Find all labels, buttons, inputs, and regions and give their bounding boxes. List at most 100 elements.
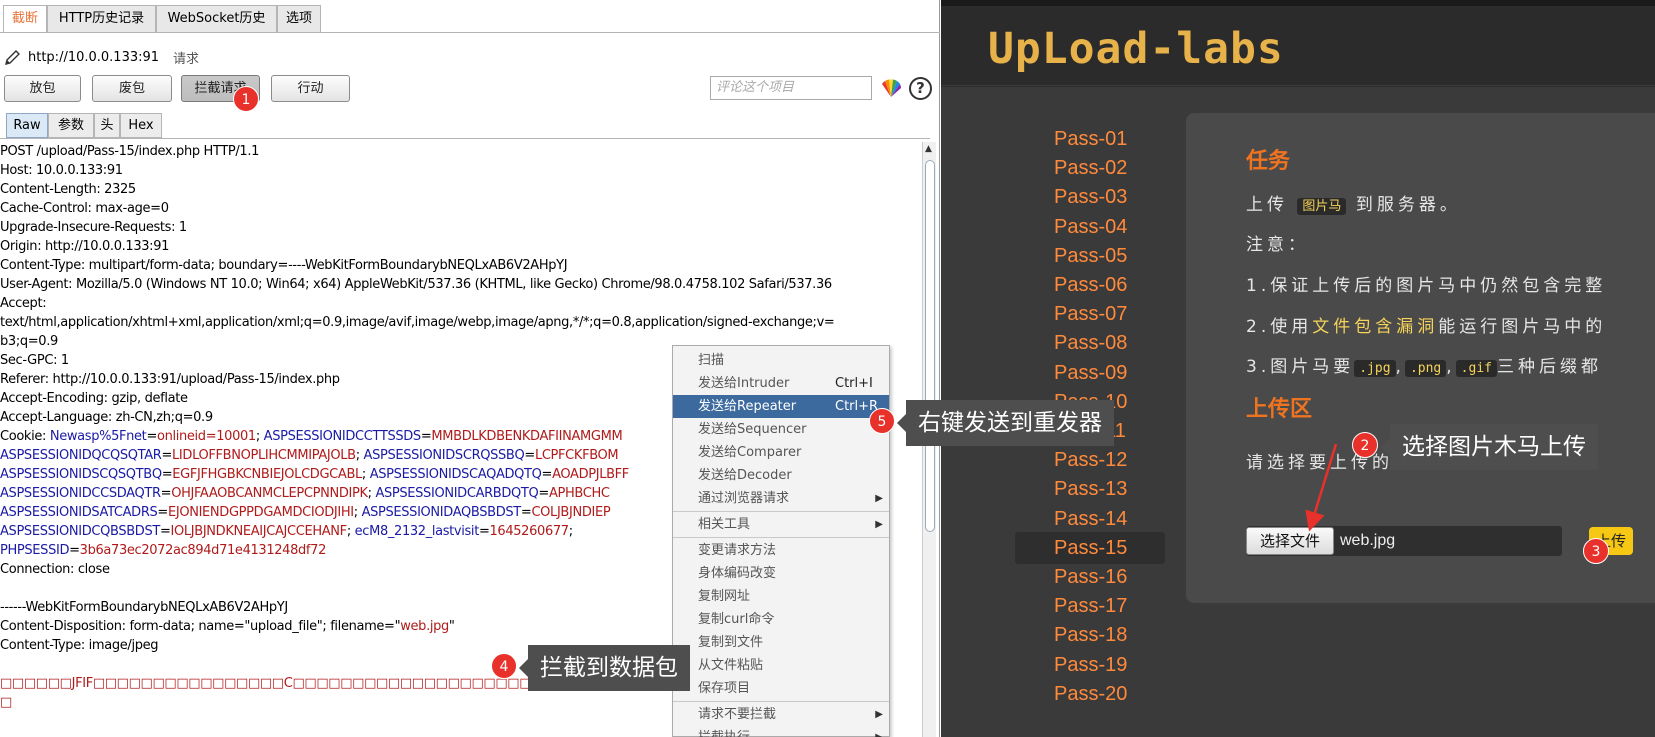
request-line: User-Agent: Mozilla/5.0 (Windows NT 10.0… [0,277,832,292]
annotation-arrow [1305,443,1338,532]
nav-item-pass-01[interactable]: Pass-01 [1015,123,1165,155]
menu-item-label: 发送给Intruder [698,376,790,391]
nav-item-pass-16[interactable]: Pass-16 [1015,561,1165,593]
menu-item[interactable]: 复制网址 [673,585,889,608]
menu-item-label: 发送给Repeater [698,399,797,414]
nav-item-pass-13[interactable]: Pass-13 [1015,473,1165,505]
menu-item[interactable]: 通过浏览器请求 ▶ [673,487,889,510]
submenu-arrow-icon: ▶ [875,493,883,504]
subtab-raw[interactable]: Raw [6,113,48,138]
menu-item-label: 拦截执行 [698,730,750,737]
nav-item-pass-09[interactable]: Pass-09 [1015,357,1165,389]
callout-intercepted: 拦截到数据包 [519,645,690,691]
tab-intercept[interactable]: 截断 [3,5,47,32]
menu-item-label: 复制网址 [698,589,751,604]
tab-websocket-history[interactable]: WebSocket历史 [156,5,277,32]
ext-png: .png [1404,360,1447,377]
menu-separator [673,701,889,702]
menu-item[interactable]: 保存项目 [673,677,889,700]
nav-item-pass-07[interactable]: Pass-07 [1015,298,1165,330]
menu-item[interactable]: 发送给Comparer [673,441,889,464]
menu-item-label: 通过浏览器请求 [698,491,790,506]
upload-area-title: 上传区 [1246,397,1313,422]
scrollbar-thumb[interactable] [925,160,935,532]
menu-item-label: 发送给Comparer [698,445,802,460]
comment-input[interactable]: 评论这个项目 [710,76,872,100]
site-logo[interactable]: UpLoad-labs [988,24,1284,74]
menu-item[interactable]: 请求不要拦截 ▶ [673,703,889,726]
menu-separator [673,537,889,538]
nav-item-pass-08[interactable]: Pass-08 [1015,327,1165,359]
request-label: 请求 [173,51,200,67]
menu-item[interactable]: 相关工具 ▶ [673,513,889,536]
menu-item[interactable]: 发送给Decoder [673,464,889,487]
forward-button[interactable]: 放包 [4,75,81,102]
task-code: 图片马 [1297,198,1347,215]
menu-item[interactable]: 发送给Intruder Ctrl+I [673,372,889,395]
menu-item[interactable]: 发送给Repeater Ctrl+R [673,395,889,418]
request-line: Content-Length: 2325 [0,182,136,197]
step-badge-1: 1 [233,86,259,112]
nav-item-pass-17[interactable]: Pass-17 [1015,590,1165,622]
request-target: http://10.0.0.133:91 请求 [4,46,199,68]
nav-item-pass-12[interactable]: Pass-12 [1015,444,1165,476]
nav-item-pass-04[interactable]: Pass-04 [1015,211,1165,243]
subtab-divider [0,138,930,139]
help-icon[interactable]: ? [909,77,932,100]
request-line: POST /upload/Pass-15/index.php HTTP/1.1 [0,144,260,159]
menu-item[interactable]: 复制curl命令 [673,608,889,631]
nav-item-pass-03[interactable]: Pass-03 [1015,181,1165,213]
nav-item-pass-15[interactable]: Pass-15 [1015,531,1165,564]
step-badge-5: 5 [869,408,895,434]
subtab-params[interactable]: 参数 [48,113,94,138]
action-button[interactable]: 行动 [271,75,350,102]
task-line: 上传 图片马 到服务器。 [1246,190,1461,215]
nav-item-pass-05[interactable]: Pass-05 [1015,240,1165,272]
chosen-filename: web.jpg [1340,532,1396,549]
nav-item-pass-06[interactable]: Pass-06 [1015,269,1165,301]
note-3-pre: 3.图片马要 [1246,357,1355,377]
nav-item-pass-14[interactable]: Pass-14 [1015,503,1165,535]
nav-item-pass-20[interactable]: Pass-20 [1015,678,1165,710]
menu-item[interactable]: 发送给Sequencer [673,418,889,441]
context-menu: 扫描 发送给Intruder Ctrl+I 发送给Repeater Ctrl+R 发送给S… [672,345,890,737]
subtab-headers[interactable]: 头 [94,113,120,138]
note-label: 注意： [1246,235,1309,255]
step-badge-2: 2 [1352,432,1378,458]
menu-item[interactable]: 身体编码改变 [673,562,889,585]
menu-item-label: 请求不要拦截 [698,707,777,722]
request-line: Cache-Control: max-age=0 [0,201,169,216]
request-line: Accept: [0,296,47,311]
scroll-up-icon[interactable]: ▲ [925,144,932,154]
nav-item-pass-18[interactable]: Pass-18 [1015,619,1165,651]
subtab-hex[interactable]: Hex [120,113,162,138]
menu-item[interactable]: 复制到文件 [673,631,889,654]
menu-item[interactable]: 拦截执行 ▶ [673,726,889,737]
file-include-link[interactable]: 文件包含漏洞 [1312,317,1438,337]
highlight-color-icon[interactable] [880,78,902,98]
menu-item-label: 发送给Decoder [698,468,792,483]
tab-http-history[interactable]: HTTP历史记录 [47,5,156,32]
menu-separator [673,511,889,512]
request-line: text/html,application/xhtml+xml,applicat… [0,315,835,330]
tab-options[interactable]: 选项 [277,5,321,32]
nav-item-pass-02[interactable]: Pass-02 [1015,152,1165,184]
menu-item-label: 相关工具 [698,517,751,532]
tab-divider [0,32,940,33]
drop-button[interactable]: 废包 [92,75,172,102]
menu-item[interactable]: 扫描 [673,349,889,372]
submenu-arrow-icon: ▶ [875,726,883,737]
menu-item[interactable]: 从文件粘贴 [673,654,889,677]
note-2-pre: 2.使用 [1246,317,1313,337]
target-url: http://10.0.0.133:91 [28,49,160,65]
task-title: 任务 [1246,149,1291,174]
menu-item[interactable]: 变更请求方法 [673,539,889,562]
note-line-3: 3.图片马要 .jpg, .png, .gif 三种后缀都 [1246,357,1602,377]
request-line: Content-Type: multipart/form-data; bound… [0,258,568,273]
pencil-icon[interactable] [4,48,22,66]
task-pre: 上传 [1246,195,1288,215]
menu-item-label: 保存项目 [698,681,751,696]
nav-item-pass-19[interactable]: Pass-19 [1015,649,1165,681]
note-3-post: 三种后缀都 [1496,357,1602,377]
menu-item-label: 复制curl命令 [698,612,775,627]
